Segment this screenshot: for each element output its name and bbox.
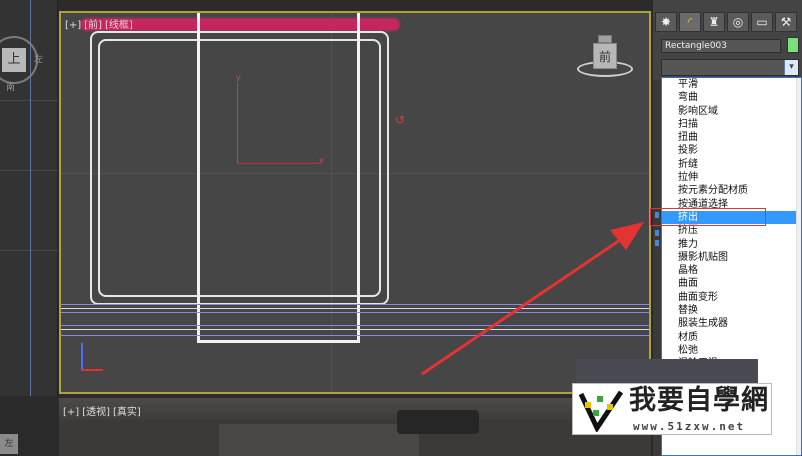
- modifier-item[interactable]: 平滑: [662, 78, 801, 91]
- viewcube-face-top: 上: [2, 48, 26, 72]
- object-color-swatch[interactable]: [787, 37, 799, 53]
- baseboard-line: [61, 304, 649, 305]
- modifier-item[interactable]: 推力: [662, 238, 801, 251]
- viewport-view-perspective[interactable]: [透视]: [82, 407, 110, 418]
- logo-mark-icon: [578, 390, 624, 432]
- modifier-item[interactable]: 曲面变形: [662, 291, 801, 304]
- modifier-item[interactable]: 挤压: [662, 224, 801, 237]
- viewport-label[interactable]: [+] [透视] [真实]: [63, 403, 144, 418]
- grid-line: [0, 100, 58, 101]
- watermark-logo: 我要自學網 www.51zxw.net: [572, 383, 772, 435]
- modifier-item[interactable]: 摄影机贴图: [662, 251, 801, 264]
- viewport-view-front[interactable]: [前]: [84, 20, 102, 31]
- modifier-item[interactable]: 材质: [662, 331, 801, 344]
- viewport-menu-plus[interactable]: [+]: [63, 407, 79, 418]
- modifier-item[interactable]: 按元素分配材质: [662, 184, 801, 197]
- frame-bottom-edge[interactable]: [199, 340, 359, 343]
- modifier-item[interactable]: 服装生成器: [662, 317, 801, 330]
- utilities-icon[interactable]: ⚒: [775, 12, 797, 32]
- grid-line: [0, 250, 58, 251]
- modifier-item[interactable]: 拉伸: [662, 171, 801, 184]
- world-axis-y: [81, 343, 83, 371]
- stack-marker: [655, 240, 659, 246]
- viewcube-top[interactable]: [598, 35, 612, 43]
- viewport-shading-realistic[interactable]: [真实]: [113, 407, 141, 418]
- scene-wall: [59, 398, 651, 420]
- modify-icon[interactable]: ◜: [679, 12, 701, 32]
- viewport-menu-plus[interactable]: [+]: [65, 20, 81, 31]
- viewcube[interactable]: 前: [577, 35, 633, 87]
- viewcube-face-left[interactable]: 左: [0, 434, 18, 454]
- baseboard-line: [61, 325, 649, 326]
- display-icon[interactable]: ▭: [751, 12, 773, 32]
- modifier-item[interactable]: 晶格: [662, 264, 801, 277]
- command-panel-tabs: ✸ ◜ ♜ ◎ ▭ ⚒: [655, 12, 797, 32]
- modifier-item[interactable]: 曲面: [662, 277, 801, 290]
- frame-pillar-left[interactable]: [197, 13, 200, 343]
- local-axis-x: [237, 163, 321, 164]
- viewcube-face-front[interactable]: 前: [593, 43, 617, 69]
- local-axis-y: [237, 83, 238, 163]
- baseboard-line: [61, 335, 649, 336]
- grid-line: [0, 170, 58, 171]
- create-icon[interactable]: ✸: [655, 12, 677, 32]
- baseboard-line: [61, 329, 649, 330]
- left-viewcube[interactable]: 上: [0, 36, 38, 84]
- modifier-list-scrollbar[interactable]: [796, 78, 801, 455]
- baseboard-line: [61, 312, 649, 313]
- pivot-marker-icon: ↺: [395, 113, 406, 127]
- scene-object: [397, 410, 479, 434]
- object-name-field[interactable]: Rectangle003: [661, 39, 781, 53]
- frame-pillar-right[interactable]: [357, 13, 360, 343]
- modifier-item[interactable]: 投影: [662, 144, 801, 157]
- world-axis-x: [81, 369, 103, 371]
- perspective-viewport[interactable]: [+] [透视] [真实]: [59, 398, 651, 456]
- modifier-item[interactable]: 折缝: [662, 158, 801, 171]
- viewport-label[interactable]: [+] [前] [线框]: [65, 16, 136, 31]
- local-axis-y-label: y: [236, 73, 241, 82]
- modifier-item[interactable]: 替换: [662, 304, 801, 317]
- modifier-list-dropdown[interactable]: ▾: [661, 59, 799, 76]
- watermark-url: www.51zxw.net: [633, 420, 746, 433]
- front-viewport[interactable]: [+] [前] [线框] y x ↺ 前: [59, 11, 651, 394]
- modifier-item[interactable]: 影响区域: [662, 105, 801, 118]
- modifier-item[interactable]: 松弛: [662, 344, 801, 357]
- scene-object: [219, 424, 419, 456]
- chevron-down-icon[interactable]: ▾: [784, 60, 798, 75]
- baseboard-line: [61, 308, 649, 309]
- annotation-highlight-box: [650, 208, 766, 226]
- local-axis-x-label: x: [319, 156, 324, 165]
- modifier-item[interactable]: 扫描: [662, 118, 801, 131]
- stack-marker: [655, 230, 659, 236]
- viewcube-label-left: 左: [34, 55, 44, 65]
- left-viewport[interactable]: 上 左 南: [0, 0, 58, 396]
- watermark-title: 我要自學網: [629, 385, 769, 416]
- viewcube-label-south: 南: [6, 83, 16, 93]
- hierarchy-icon[interactable]: ♜: [703, 12, 725, 32]
- bottom-left-viewport[interactable]: 左: [0, 398, 58, 456]
- modifier-item[interactable]: 扭曲: [662, 131, 801, 144]
- modifier-item[interactable]: 弯曲: [662, 91, 801, 104]
- viewport-shading-wireframe[interactable]: [线框]: [105, 20, 133, 31]
- motion-icon[interactable]: ◎: [727, 12, 749, 32]
